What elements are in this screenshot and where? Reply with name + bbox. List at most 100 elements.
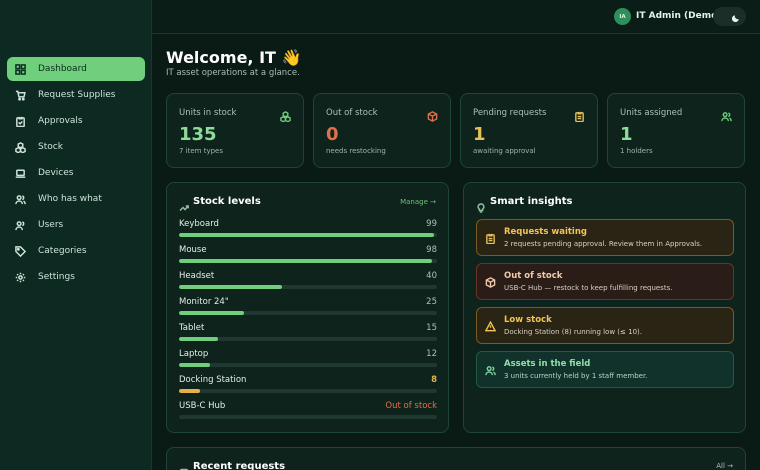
stock-row: Keyboard 99 — [179, 219, 437, 239]
manage-link[interactable]: Manage → — [400, 198, 436, 206]
user-name[interactable]: IT Admin (Demo) — [636, 11, 721, 21]
insight-desc: USB-C Hub — restock to keep fulfilling r… — [504, 284, 673, 292]
stat-value: 135 — [179, 124, 217, 145]
stock-bar-track — [179, 233, 437, 237]
stat-note: 7 item types — [179, 147, 224, 155]
sidebar-item-label: Users — [38, 220, 64, 230]
tag-icon — [14, 245, 26, 257]
stat-note: 1 holders — [620, 147, 653, 155]
sidebar-item-stock[interactable]: Stock — [7, 135, 145, 159]
recent-requests-title: Recent requests — [193, 461, 286, 470]
package-icon — [485, 273, 496, 288]
gear-icon — [14, 271, 26, 283]
stock-row: Laptop 12 — [179, 349, 437, 369]
stat-label: Pending requests — [473, 108, 547, 118]
stat-card-units-assigned: Units assigned 1 1 holders — [607, 93, 745, 168]
cart-icon — [14, 89, 26, 101]
stock-item-quantity: Out of stock — [385, 401, 437, 411]
stock-item-quantity: 40 — [426, 271, 437, 281]
sidebar-item-devices[interactable]: Devices — [7, 161, 145, 185]
sidebar: Dashboard Request Supplies Approvals Sto… — [0, 0, 152, 470]
stock-row: Docking Station 8 — [179, 375, 437, 395]
recent-requests-panel: Recent requests All → — [166, 447, 746, 470]
boxes-icon — [280, 107, 291, 123]
insight-desc: Docking Station (8) running low (≤ 10). — [504, 328, 642, 336]
sidebar-item-label: Categories — [38, 246, 87, 256]
stock-bar-track — [179, 389, 437, 393]
smart-insights-title: Smart insights — [490, 196, 573, 207]
moon-icon — [731, 7, 741, 26]
stock-bar-fill — [179, 233, 435, 237]
laptop-icon — [14, 167, 26, 179]
insight-assets-in-field[interactable]: Assets in the field 3 units currently he… — [476, 351, 734, 388]
stock-row: Headset 40 — [179, 271, 437, 291]
stock-item-quantity: 15 — [426, 323, 437, 333]
sidebar-item-categories[interactable]: Categories — [7, 239, 145, 263]
stock-bar-track — [179, 363, 437, 367]
stock-bar-track — [179, 285, 437, 289]
stat-label: Out of stock — [326, 108, 378, 118]
stock-bar-fill — [179, 311, 244, 315]
insight-requests-waiting[interactable]: Requests waiting 2 requests pending appr… — [476, 219, 734, 256]
stat-card-out-of-stock: Out of stock 0 needs restocking — [313, 93, 451, 168]
sidebar-item-settings[interactable]: Settings — [7, 265, 145, 289]
sidebar-item-label: Request Supplies — [38, 90, 116, 100]
stock-item-name: Monitor 24" — [179, 297, 229, 307]
stock-row: Mouse 98 — [179, 245, 437, 265]
theme-toggle[interactable] — [713, 7, 746, 26]
stock-item-name: Mouse — [179, 245, 207, 255]
sidebar-item-users[interactable]: Users — [7, 213, 145, 237]
stock-item-name: Headset — [179, 271, 215, 281]
stock-bar-track — [179, 337, 437, 341]
stock-row: Tablet 15 — [179, 323, 437, 343]
stock-item-quantity: 25 — [426, 297, 437, 307]
stock-row: USB-C Hub Out of stock — [179, 401, 437, 421]
lightbulb-icon — [476, 198, 486, 213]
users-icon — [14, 193, 26, 205]
warning-icon — [484, 317, 497, 332]
package-x-icon — [427, 107, 438, 122]
stat-card-units-in-stock: Units in stock 135 7 item types — [166, 93, 304, 168]
stock-item-name: Tablet — [179, 323, 205, 333]
avatar[interactable]: IA — [614, 8, 631, 25]
page-subtitle: IT asset operations at a glance. — [166, 68, 300, 78]
sidebar-item-dashboard[interactable]: Dashboard — [7, 57, 145, 81]
sidebar-item-label: Who has what — [38, 194, 102, 204]
insight-title: Out of stock — [504, 271, 563, 281]
insight-low-stock[interactable]: Low stock Docking Station (8) running lo… — [476, 307, 734, 344]
stock-levels-panel: Stock levels Manage → Keyboard 99 Mouse 98 H… — [166, 182, 449, 433]
stat-label: Units in stock — [179, 108, 237, 118]
clipboard-icon — [485, 229, 496, 245]
insight-title: Assets in the field — [504, 359, 591, 369]
clipboard-icon — [574, 107, 585, 123]
sidebar-item-who-has-what[interactable]: Who has what — [7, 187, 145, 211]
sidebar-item-label: Devices — [38, 168, 74, 178]
sidebar-nav: Dashboard Request Supplies Approvals Sto… — [7, 57, 145, 291]
stock-bar-track — [179, 415, 437, 419]
grid-icon — [14, 63, 26, 75]
stock-item-name: Docking Station — [179, 375, 247, 385]
users-icon — [485, 361, 496, 376]
sidebar-item-label: Stock — [38, 142, 63, 152]
user-group-icon — [14, 219, 26, 231]
insight-out-of-stock[interactable]: Out of stock USB-C Hub — restock to keep… — [476, 263, 734, 300]
boxes-icon — [14, 141, 26, 153]
stat-note: awaiting approval — [473, 147, 536, 155]
all-requests-link[interactable]: All → — [716, 462, 733, 470]
stock-item-quantity: 12 — [426, 349, 437, 359]
stock-item-name: Keyboard — [179, 219, 219, 229]
stat-label: Units assigned — [620, 108, 683, 118]
stock-bar-fill — [179, 285, 283, 289]
sidebar-item-approvals[interactable]: Approvals — [7, 109, 145, 133]
stock-item-quantity: 99 — [426, 219, 437, 229]
stock-item-quantity: 8 — [431, 375, 437, 385]
sidebar-item-request-supplies[interactable]: Request Supplies — [7, 83, 145, 107]
stat-card-pending-requests: Pending requests 1 awaiting approval — [460, 93, 598, 168]
stock-bar-fill — [179, 337, 218, 341]
page-title: Welcome, IT 👋 — [166, 48, 302, 67]
insight-title: Requests waiting — [504, 227, 587, 237]
insight-desc: 2 requests pending approval. Review them… — [504, 240, 703, 248]
stock-item-quantity: 98 — [426, 245, 437, 255]
stat-value: 1 — [620, 124, 633, 145]
smart-insights-panel: Smart insights Requests waiting 2 reques… — [463, 182, 746, 433]
